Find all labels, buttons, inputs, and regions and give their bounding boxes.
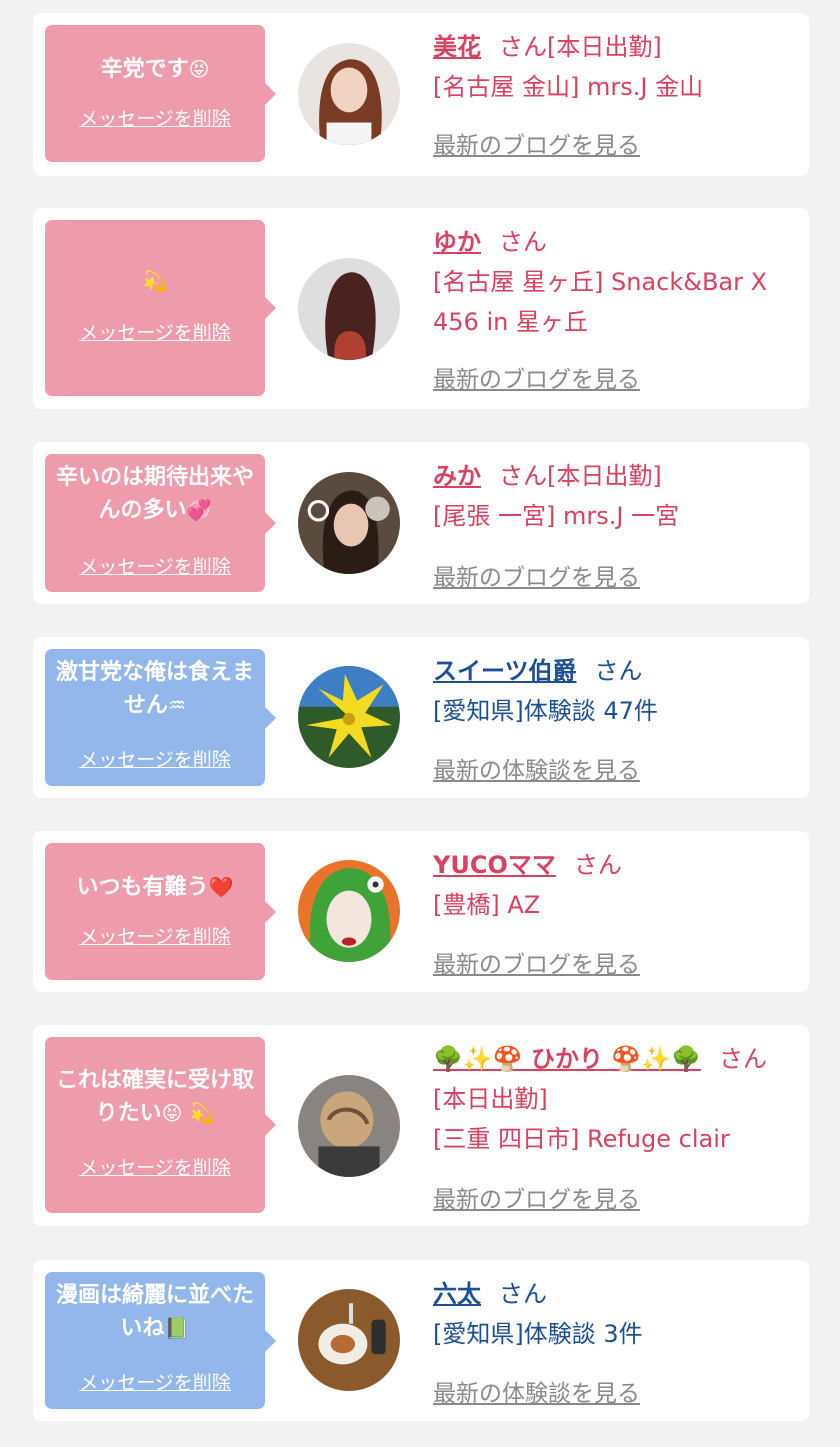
message-emoji: ❤️ xyxy=(208,875,234,899)
member-name-link[interactable]: 🌳✨🍄 ひかり 🍄✨🌳 xyxy=(433,1045,701,1073)
avatar[interactable] xyxy=(298,472,400,574)
latest-blog-link[interactable]: 最新のブログを見る xyxy=(433,360,640,394)
shop-label: [名古屋 星ヶ丘] Snack&Bar X 456 in 星ヶ丘 xyxy=(433,268,768,336)
member-info: ゆか さん [名古屋 星ヶ丘] Snack&Bar X 456 in 星ヶ丘 xyxy=(433,222,785,342)
message-bubble: 💫 メッセージを削除 xyxy=(45,220,276,396)
message-card: これは確実に受け取りたい😝 💫 メッセージを削除 🌳✨🍄 ひかり 🍄✨🌳 さん [本… xyxy=(33,1025,809,1226)
member-info: 🌳✨🍄 ひかり 🍄✨🌳 さん [本日出勤] [三重 四日市] Refuge clai… xyxy=(433,1039,785,1159)
latest-blog-link[interactable]: 最新のブログを見る xyxy=(433,126,640,160)
avatar[interactable] xyxy=(298,258,400,360)
message-bubble: 漫画は綺麗に並べたいね📗 メッセージを削除 xyxy=(45,1272,276,1409)
latest-blog-link[interactable]: 最新のブログを見る xyxy=(433,945,640,979)
avatar[interactable] xyxy=(298,1075,400,1177)
latest-review-link[interactable]: 最新の体験談を見る xyxy=(433,751,640,785)
member-status: [本日出勤] xyxy=(433,1085,548,1113)
message-card: 辛党です😝 メッセージを削除 美花 さん[本日出勤] [名古屋 金山] mrs.J… xyxy=(33,13,809,176)
shop-label: [愛知県]体験談 47件 xyxy=(433,697,658,725)
message-text: 激甘党な俺は食えません xyxy=(55,660,254,718)
latest-blog-link[interactable]: 最新のブログを見る xyxy=(433,558,640,592)
message-bubble: 辛いのは期待出来やんの多い💞 メッセージを削除 xyxy=(45,454,276,592)
message-emoji: ♒ xyxy=(168,693,186,717)
avatar[interactable] xyxy=(298,666,400,768)
message-card: 漫画は綺麗に並べたいね📗 メッセージを削除 六太 さん [愛知県]体験談 3件 最… xyxy=(33,1260,809,1421)
san-label: さん xyxy=(499,1280,547,1308)
san-label: さん xyxy=(499,462,547,490)
shop-label: [名古屋 金山] mrs.J 金山 xyxy=(433,73,704,101)
member-name-link[interactable]: スイーツ伯爵 xyxy=(433,657,577,685)
message-emoji: 💞 xyxy=(186,498,212,522)
message-bubble: 激甘党な俺は食えません♒ メッセージを削除 xyxy=(45,649,276,786)
member-info: YUCOママ さん [豊橋] AZ xyxy=(433,845,785,925)
shop-label: [豊橋] AZ xyxy=(433,891,541,919)
message-emoji: 💫 xyxy=(142,269,168,293)
message-card: 💫 メッセージを削除 ゆか さん [名古屋 星ヶ丘] Snack&Bar X 45… xyxy=(33,208,809,409)
shop-label: [愛知県]体験談 3件 xyxy=(433,1320,643,1348)
avatar[interactable] xyxy=(298,1289,400,1391)
member-name-link[interactable]: ゆか xyxy=(433,228,481,256)
member-info: スイーツ伯爵 さん [愛知県]体験談 47件 xyxy=(433,651,785,731)
delete-message-link[interactable]: メッセージを削除 xyxy=(45,1368,265,1395)
member-status: [本日出勤] xyxy=(547,462,662,490)
delete-message-link[interactable]: メッセージを削除 xyxy=(45,552,265,579)
san-label: さん xyxy=(594,657,643,685)
message-bubble: いつも有難う❤️ メッセージを削除 xyxy=(45,843,276,980)
message-bubble: これは確実に受け取りたい😝 💫 メッセージを削除 xyxy=(45,1037,276,1213)
message-card: いつも有難う❤️ メッセージを削除 YUCOママ さん [豊橋] AZ 最新のブロ… xyxy=(33,831,809,992)
san-label: さん xyxy=(499,33,547,61)
message-emoji: 😝 xyxy=(188,57,210,81)
member-info: みか さん[本日出勤] [尾張 一宮] mrs.J 一宮 xyxy=(433,456,785,536)
member-name-link[interactable]: みか xyxy=(433,462,481,490)
member-name-link[interactable]: 六太 xyxy=(433,1280,481,1308)
message-emoji: 📗 xyxy=(164,1316,190,1340)
member-info: 六太 さん [愛知県]体験談 3件 xyxy=(433,1274,785,1354)
shop-label: [三重 四日市] Refuge clair xyxy=(433,1125,730,1153)
delete-message-link[interactable]: メッセージを削除 xyxy=(45,104,265,131)
message-text: これは確実に受け取りたい xyxy=(55,1068,254,1126)
shop-label: [尾張 一宮] mrs.J 一宮 xyxy=(433,502,680,530)
message-card: 激甘党な俺は食えません♒ メッセージを削除 スイーツ伯爵 さん [愛知県]体験談 … xyxy=(33,637,809,798)
member-name-link[interactable]: YUCOママ xyxy=(433,851,556,879)
member-name-link[interactable]: 美花 xyxy=(433,33,481,61)
member-status: [本日出勤] xyxy=(547,33,662,61)
san-label: さん xyxy=(719,1045,768,1073)
message-text: 辛いのは期待出来やんの多い xyxy=(55,465,254,523)
message-text: 漫画は綺麗に並べたいね xyxy=(55,1283,254,1341)
message-emoji: 😝 💫 xyxy=(161,1101,215,1125)
message-bubble: 辛党です😝 メッセージを削除 xyxy=(45,25,276,162)
message-text: 辛党です xyxy=(100,57,189,82)
message-list: 辛党です😝 メッセージを削除 美花 さん[本日出勤] [名古屋 金山] mrs.J… xyxy=(0,0,840,1447)
avatar[interactable] xyxy=(298,43,400,145)
delete-message-link[interactable]: メッセージを削除 xyxy=(45,922,265,949)
san-label: さん xyxy=(573,851,622,879)
delete-message-link[interactable]: メッセージを削除 xyxy=(45,318,265,345)
latest-blog-link[interactable]: 最新のブログを見る xyxy=(433,1180,640,1214)
delete-message-link[interactable]: メッセージを削除 xyxy=(45,1153,265,1180)
avatar[interactable] xyxy=(298,860,400,962)
delete-message-link[interactable]: メッセージを削除 xyxy=(45,745,265,772)
message-text: いつも有難う xyxy=(76,875,209,900)
member-info: 美花 さん[本日出勤] [名古屋 金山] mrs.J 金山 xyxy=(433,27,785,107)
san-label: さん xyxy=(499,228,547,256)
message-card: 辛いのは期待出来やんの多い💞 メッセージを削除 みか さん[本日出勤] [尾張 一… xyxy=(33,442,809,604)
latest-review-link[interactable]: 最新の体験談を見る xyxy=(433,1374,640,1408)
